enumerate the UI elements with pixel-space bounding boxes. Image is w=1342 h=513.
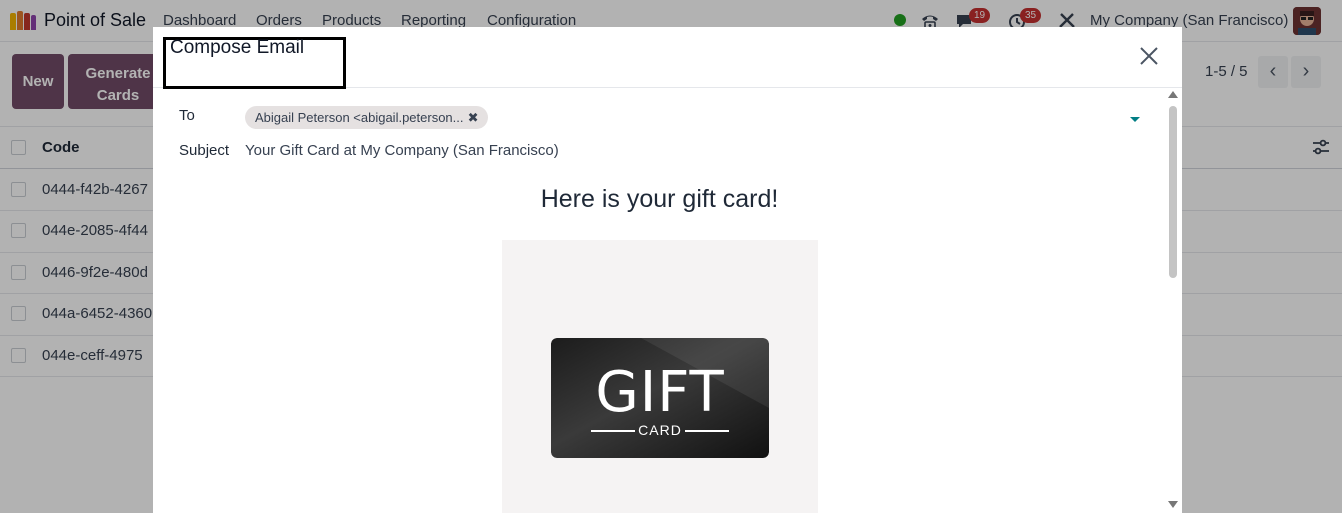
recipient-tag[interactable]: Abigail Peterson <abigail.peterson... ✖ xyxy=(245,106,488,129)
close-icon[interactable] xyxy=(1138,45,1160,67)
remove-recipient-icon[interactable]: ✖ xyxy=(468,106,479,129)
scroll-down-arrow-icon[interactable] xyxy=(1168,501,1178,508)
gift-word: GIFT xyxy=(595,360,725,425)
compose-email-dialog: Compose Email To Abigail Peterson <abiga… xyxy=(153,27,1182,513)
subject-label: Subject xyxy=(179,142,230,159)
to-label: To xyxy=(179,107,195,124)
dialog-header: Compose Email xyxy=(153,27,1182,89)
recipient-tag-label: Abigail Peterson <abigail.peterson... xyxy=(255,110,464,125)
recipients-dropdown-icon[interactable] xyxy=(1130,117,1140,122)
dialog-scrollbar[interactable] xyxy=(1166,91,1180,513)
dialog-title: Compose Email xyxy=(170,37,305,58)
card-divider-right xyxy=(685,430,729,432)
scrollbar-thumb[interactable] xyxy=(1169,106,1177,278)
scroll-up-arrow-icon[interactable] xyxy=(1168,91,1178,98)
gift-card-image-area[interactable]: GIFT CARD xyxy=(502,240,818,513)
email-body-heading[interactable]: Here is your gift card! xyxy=(153,185,1166,214)
card-word: CARD xyxy=(638,422,682,438)
subject-input[interactable]: Your Gift Card at My Company (San Franci… xyxy=(245,142,559,159)
gift-card-image: GIFT CARD xyxy=(551,338,769,458)
